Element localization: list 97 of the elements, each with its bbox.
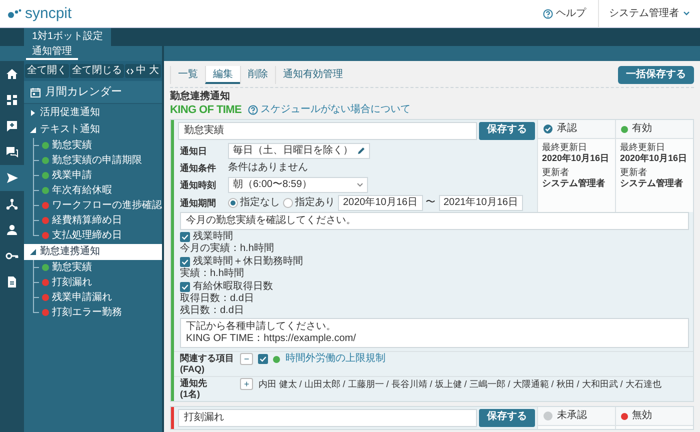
dashboard-icon — [5, 93, 19, 107]
checkbox[interactable] — [258, 354, 268, 364]
collapse-button[interactable]: − — [240, 353, 254, 365]
pencil-icon — [357, 147, 365, 155]
approval-status: 未承認 — [557, 410, 587, 422]
chevron-down-icon — [683, 11, 690, 16]
field-label: 通知時刻 — [180, 179, 217, 191]
field-value: 条件はありません — [228, 162, 309, 174]
tab[interactable]: 削除 — [240, 66, 275, 84]
tree-item[interactable]: 勤怠実績 — [33, 260, 162, 275]
checkbox-label: 有給休暇取得日数 — [193, 281, 273, 293]
tree-item[interactable]: 打刻漏れ — [33, 275, 162, 290]
bulk-save-button[interactable]: 一括保存する — [618, 66, 694, 84]
chat-plus-icon — [5, 119, 19, 133]
checkbox-label: 残業時間＋休日勤務時間 — [193, 256, 303, 268]
radio-label: 指定あり — [295, 197, 335, 209]
home-icon — [5, 67, 19, 81]
meta-value: 2020年10月16日 — [542, 153, 610, 164]
nav-button[interactable] — [0, 165, 24, 191]
user-menu[interactable]: システム管理者 — [599, 8, 700, 20]
font-size-button[interactable]: 大 — [148, 65, 160, 77]
save-button[interactable]: 保存する — [479, 409, 535, 427]
date-rule-field[interactable]: 毎日（土、日曜日を除く） — [228, 143, 370, 159]
calendar-icon — [30, 86, 41, 98]
checkbox-label: 残業時間 — [193, 231, 233, 242]
save-button[interactable]: 保存する — [479, 122, 535, 140]
meta-label: 最終更新日 — [542, 142, 588, 153]
checkbox[interactable] — [180, 232, 190, 242]
field-label: 通知日 — [180, 145, 208, 157]
enabled-status: 有効 — [632, 123, 652, 135]
tree-toolbar-button[interactable]: 全て開く — [25, 64, 69, 78]
send-icon — [5, 171, 19, 185]
recipient-list: 内田 健太 / 山田太郎 / 工藤朋一 / 長谷川靖 / 坂上健 / 三嶋一郎 / 大隈通範 / 秋田 / 大和田武 / 大石達也 — [258, 378, 662, 390]
date-field[interactable]: 2020年10月16日 — [338, 195, 422, 211]
field-label: 関連する項目 — [180, 353, 235, 364]
name-field[interactable]: 勤怠実績 — [178, 122, 477, 140]
note-field[interactable]: 下記から各種申請してください。 KING OF TIME：https://example.com/ — [180, 318, 689, 348]
field-label: 通知期間 — [180, 197, 217, 209]
tree-item[interactable]: 勤怠実績の申請期限 — [33, 153, 162, 168]
metric-text: 今月の実績：h.h時間 — [180, 243, 275, 255]
tree-item[interactable]: 勤怠実績 — [33, 138, 162, 153]
page-title: 勤怠連携通知 — [170, 91, 231, 103]
tree-group[interactable]: 勤怠連携通知 — [24, 244, 162, 260]
metric-text: 残日数：d.d日 — [180, 305, 245, 317]
name-field[interactable]: 打刻漏れ — [178, 409, 477, 427]
brand-logo: KING OF TIME — [170, 104, 242, 116]
faq-link[interactable]: 時間外労働の上限規制 — [285, 353, 386, 365]
field-label: 通知先 — [180, 378, 208, 389]
checkbox[interactable] — [180, 282, 190, 292]
tree-item[interactable]: 支払処理締め日 — [33, 228, 162, 243]
chevron-down-icon — [357, 183, 363, 187]
user-icon — [5, 223, 19, 237]
tree-item[interactable]: ワークフローの進捗確認 — [33, 198, 162, 213]
tree-toolbar-button[interactable]: 全て閉じる — [70, 64, 124, 78]
meta-value: システム管理者 — [620, 178, 684, 189]
radio-label: 指定なし — [240, 197, 280, 209]
meta-label: 最終更新日 — [620, 142, 666, 153]
meta-label: 更新者 — [542, 167, 570, 178]
meta-label: 更新者 — [620, 167, 648, 178]
tree-item[interactable]: 残業申請漏れ — [33, 290, 162, 305]
schedule-help-link[interactable]: スケジュールがない場合について — [248, 104, 411, 116]
sidebar-tab[interactable]: 1対1ボット設定 — [24, 28, 112, 46]
date-field[interactable]: 2021年10月16日 — [438, 195, 523, 211]
field-label: 通知条件 — [180, 162, 217, 174]
metric-text: 実績：h.h時間 — [180, 268, 245, 280]
help-icon — [248, 105, 258, 115]
calendar-link[interactable]: 月間カレンダー — [24, 81, 162, 104]
time-select[interactable]: 朝（6:00〜8:59） — [228, 177, 368, 193]
tree-group[interactable]: 活用促進通知 — [24, 105, 162, 121]
meta-value: 2020年10月16日 — [620, 153, 688, 164]
metric-text: 取得日数：d.d日 — [180, 293, 255, 304]
tree-item[interactable]: 打刻エラー勤務 — [33, 305, 162, 320]
chat-icon — [5, 145, 19, 159]
network-icon — [5, 197, 19, 211]
tab[interactable]: 編集 — [205, 66, 240, 84]
meta-value: システム管理者 — [542, 178, 606, 189]
enabled-status: 無効 — [632, 410, 652, 422]
radio-button[interactable] — [283, 198, 293, 208]
tree-group[interactable]: テキスト通知 — [24, 122, 162, 138]
approval-status: 承認 — [557, 123, 577, 135]
message-field[interactable]: 今月の勤怠実績を確認してください。 — [180, 212, 689, 230]
field-label: (FAQ) — [180, 364, 206, 375]
expand-button[interactable]: + — [240, 378, 254, 390]
logo-text: syncpit — [25, 4, 72, 22]
document-icon — [5, 275, 19, 289]
dots-icon — [8, 8, 22, 18]
text-size-icon — [126, 68, 134, 74]
radio-button[interactable] — [228, 198, 238, 208]
tree-item[interactable]: 残業申請 — [33, 168, 162, 183]
help-icon — [543, 8, 553, 18]
range-separator: 〜 — [426, 197, 436, 209]
checkbox[interactable] — [180, 257, 190, 267]
tab[interactable]: 通知有効管理 — [275, 66, 350, 84]
tree-item[interactable]: 経費精算締め日 — [33, 213, 162, 228]
field-label: (1名) — [180, 389, 201, 400]
tree-item[interactable]: 年次有給休暇 — [33, 183, 162, 198]
font-size-button[interactable]: 中 — [135, 65, 147, 77]
